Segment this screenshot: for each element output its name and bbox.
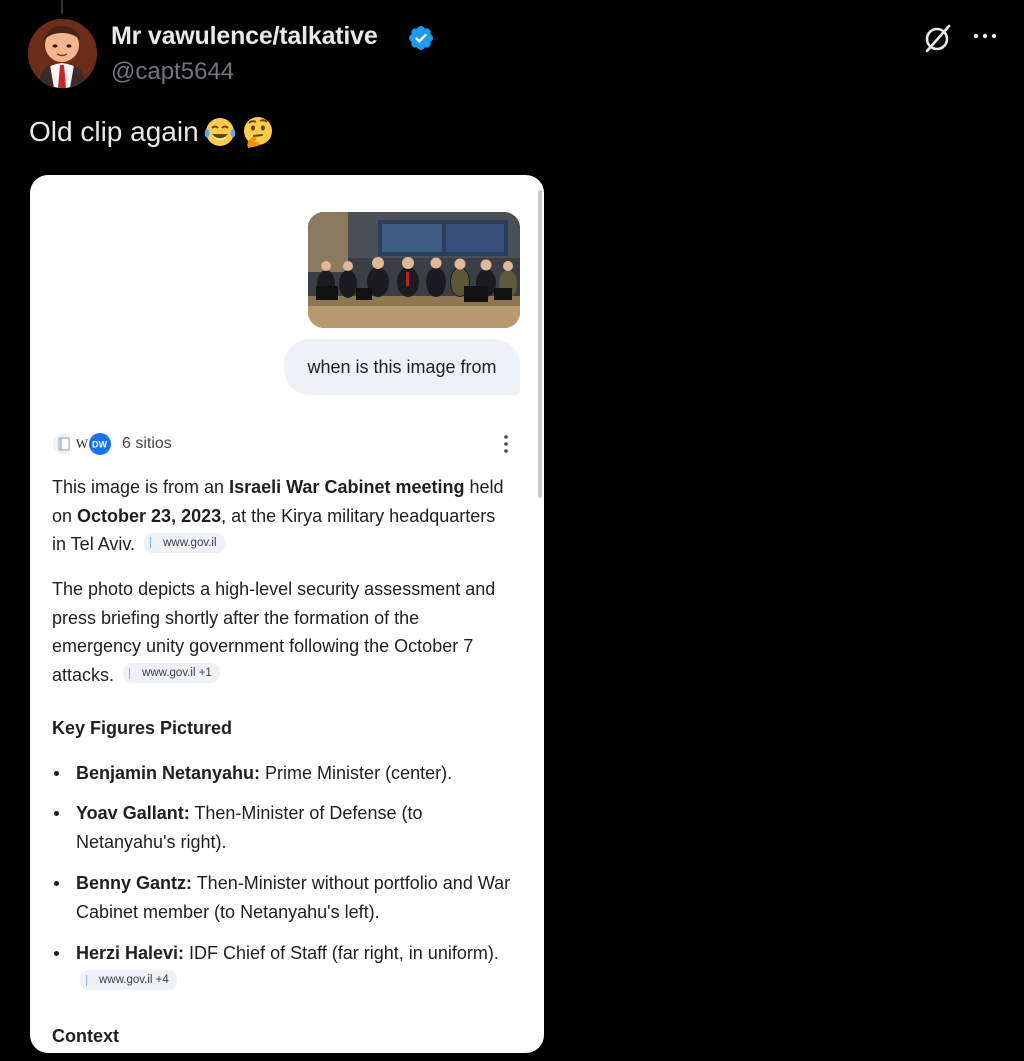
list-item: Herzi Halevi: IDF Chief of Staff (far ri… [52, 939, 514, 996]
list-item: Benny Gantz: Then-Minister without portf… [52, 869, 514, 926]
avatar[interactable] [28, 19, 97, 88]
chip-favicon-icon [86, 974, 94, 986]
answer-paragraph-1: This image is from an Israeli War Cabine… [52, 473, 510, 559]
chip-favicon-icon [150, 537, 158, 548]
tweet-text: Old clip again [29, 115, 275, 149]
thread-connector-line [61, 0, 63, 14]
meeting-photo-image [308, 212, 520, 328]
bullet-dot [54, 951, 59, 956]
source-chip[interactable]: www.gov.il [144, 532, 225, 553]
chip-favicon-icon [129, 667, 137, 679]
figure-description: Prime Minister (center). [260, 763, 453, 783]
key-figures-heading: Key Figures Pictured [52, 718, 233, 738]
bullet-dot [54, 811, 59, 816]
source-chip-label: www.gov.il +4 [99, 974, 169, 986]
figure-name: Benjamin Netanyahu: [76, 763, 261, 783]
text-span: The photo depicts a high-level security … [52, 579, 496, 685]
dw-icon: DW [88, 432, 112, 456]
media-scrollbar[interactable] [538, 190, 542, 498]
bullet-dot [54, 881, 59, 886]
tweet-text-content: Old clip again [29, 116, 199, 147]
source-chip-label: www.gov.il [163, 536, 217, 549]
bold-span: Israeli War Cabinet meeting [229, 477, 465, 497]
figure-name: Yoav Gallant: [76, 803, 190, 823]
svg-text:DW: DW [92, 440, 107, 450]
sources-count: 6 sitios [122, 435, 172, 452]
face-with-tears-of-joy-emoji-icon [204, 118, 235, 146]
source-chip[interactable]: www.gov.il +4 [80, 970, 177, 990]
more-horizontal-icon[interactable] [971, 24, 999, 48]
verified-badge-icon [409, 26, 433, 50]
author-handle[interactable]: @capt5644 [111, 58, 234, 86]
bullet-dot [54, 771, 59, 776]
figure-name: Herzi Halevi: [76, 943, 185, 963]
avatar-cartoon-image [28, 19, 97, 88]
figure-description: IDF Chief of Staff (far right, in unifor… [184, 943, 499, 963]
list-item: Benjamin Netanyahu: Prime Minister (cent… [52, 759, 514, 788]
sources-row[interactable]: W DW 6 sitios [52, 431, 172, 457]
user-message-bubble: when is this image from [284, 339, 520, 395]
more-vertical-icon[interactable] [497, 433, 515, 455]
figure-name: Benny Gantz: [76, 873, 193, 893]
tweet-media-screenshot[interactable]: when is this image from W DW 6 sitios Th… [30, 175, 544, 1053]
bold-span: October 23, 2023 [77, 505, 222, 526]
meeting-photo-thumbnail[interactable] [308, 212, 520, 328]
answer-paragraph-2: The photo depicts a high-level security … [52, 575, 510, 689]
source-chip-label: www.gov.il +1 [142, 667, 212, 679]
source-chip[interactable]: www.gov.il +1 [123, 663, 220, 683]
author-display-name[interactable]: Mr vawulence/talkative [111, 22, 378, 51]
list-item: Yoav Gallant: Then-Minister of Defense (… [52, 799, 514, 856]
text-span: This image is from an [52, 477, 230, 497]
thinking-face-emoji-icon [243, 117, 272, 148]
context-heading: Context [52, 1026, 119, 1046]
grok-icon[interactable] [922, 22, 954, 54]
